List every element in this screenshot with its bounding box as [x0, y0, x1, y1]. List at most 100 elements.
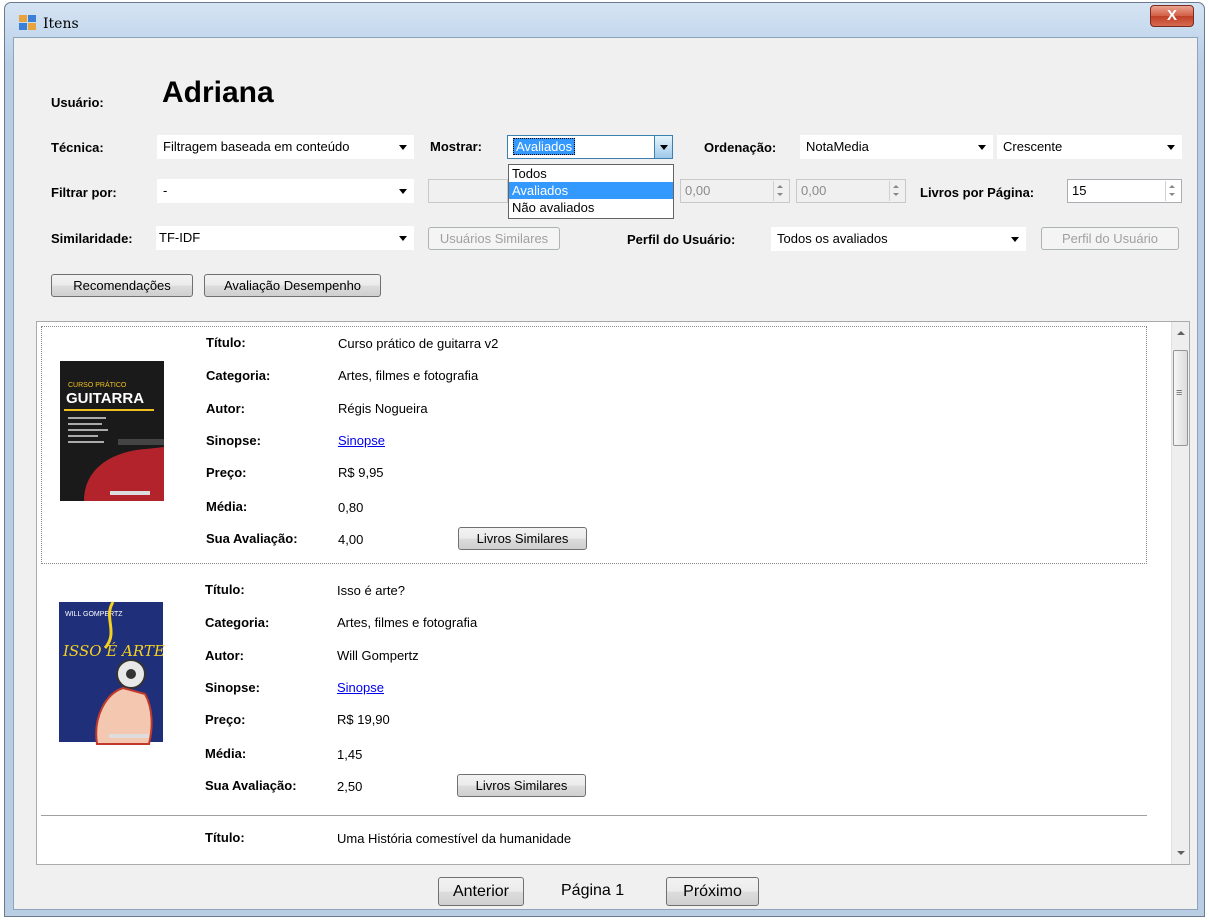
mostrar-dropdown-button[interactable] — [654, 136, 672, 158]
titulo-value: Isso é arte? — [337, 583, 405, 598]
ordenacao-select[interactable]: NotaMedia — [800, 135, 993, 159]
autor-label: Autor: — [206, 401, 245, 416]
book-item: CURSO PRÁTICO GUITARRA Título: Curso prá… — [41, 326, 1147, 564]
similaridade-label: Similaridade: — [51, 231, 133, 246]
range-max-input: 0,00 — [796, 179, 906, 203]
mostrar-label: Mostrar: — [430, 139, 483, 154]
usuarios-similares-button: Usuários Similares — [428, 227, 560, 250]
preco-value: R$ 19,90 — [337, 712, 390, 727]
livros-por-pagina-value: 15 — [1072, 183, 1087, 198]
chevron-down-icon — [1011, 237, 1019, 242]
similaridade-value: TF-IDF — [159, 230, 201, 245]
mostrar-value: Avaliados — [513, 138, 576, 155]
tecnica-select[interactable]: Filtragem baseada em conteúdo — [157, 135, 414, 159]
cover-title: GUITARRA — [66, 390, 144, 407]
chevron-down-icon — [399, 189, 407, 194]
ordem-direcao-select[interactable]: Crescente — [997, 135, 1182, 159]
mostrar-select[interactable]: Avaliados — [507, 135, 673, 159]
svg-text:CURSO PRÁTICO: CURSO PRÁTICO — [68, 380, 127, 389]
svg-text:WILL GOMPERTZ: WILL GOMPERTZ — [65, 611, 123, 618]
close-button[interactable]: X — [1150, 5, 1194, 27]
preco-label: Preço: — [205, 712, 246, 727]
titulo-label: Título: — [205, 830, 245, 845]
range-max-value: 0,00 — [801, 183, 827, 198]
perfil-value: Todos os avaliados — [777, 231, 888, 246]
titulo-value: Curso prático de guitarra v2 — [338, 336, 499, 351]
filtrar-value: - — [163, 183, 168, 198]
livros-similares-button[interactable]: Livros Similares — [458, 527, 587, 550]
proximo-button[interactable]: Próximo — [666, 877, 759, 906]
titulo-value: Uma História comestível da humanidade — [337, 831, 572, 846]
media-value: 0,80 — [338, 500, 364, 515]
books-list-panel[interactable]: CURSO PRÁTICO GUITARRA Título: Curso prá… — [36, 321, 1190, 865]
categoria-label: Categoria: — [205, 615, 270, 630]
scroll-up-icon[interactable] — [1177, 331, 1185, 335]
sinopse-label: Sinopse: — [206, 433, 261, 448]
chevron-down-icon — [399, 236, 407, 241]
dropdown-option-avaliados[interactable]: Avaliados — [509, 182, 673, 199]
sua-avaliacao-label: Sua Avaliação: — [205, 778, 297, 793]
categoria-value: Artes, filmes e fotografia — [338, 368, 479, 383]
items-window: Itens X Usuário: Adriana Técnica: Filtra… — [4, 2, 1205, 917]
ordenacao-label: Ordenação: — [704, 140, 777, 155]
ordem-direcao-value: Crescente — [1003, 139, 1063, 154]
user-label: Usuário: — [51, 95, 104, 110]
filtrar-label: Filtrar por: — [51, 185, 117, 200]
user-name: Adriana — [162, 76, 274, 109]
dropdown-option-todos[interactable]: Todos — [509, 165, 673, 182]
chevron-down-icon — [978, 145, 986, 150]
chevron-down-icon — [1167, 145, 1175, 150]
preco-value: R$ 9,95 — [338, 465, 384, 480]
avaliacao-desempenho-button[interactable]: Avaliação Desempenho — [204, 274, 381, 297]
sua-avaliacao-value: 2,50 — [337, 779, 363, 794]
perfil-label: Perfil do Usuário: — [627, 232, 736, 247]
window-title: Itens — [43, 16, 79, 32]
categoria-value: Artes, filmes e fotografia — [337, 615, 478, 630]
range-min-input: 0,00 — [680, 179, 790, 203]
vertical-scrollbar[interactable] — [1171, 322, 1189, 864]
preco-label: Preço: — [206, 465, 247, 480]
sua-avaliacao-value: 4,00 — [338, 532, 364, 547]
spin-icon — [773, 181, 788, 201]
categoria-label: Categoria: — [206, 368, 271, 383]
scroll-down-icon[interactable] — [1177, 851, 1185, 855]
book-cover-image: WILL GOMPERTZ ISSO É ARTE ? — [53, 598, 179, 746]
autor-label: Autor: — [205, 648, 244, 663]
book-item: WILL GOMPERTZ ISSO É ARTE ? Título: Isso… — [41, 574, 1147, 816]
ordenacao-value: NotaMedia — [806, 139, 869, 154]
client-area: Usuário: Adriana Técnica: Filtragem base… — [13, 37, 1198, 910]
scroll-thumb[interactable] — [1173, 350, 1188, 446]
book-item: Título: Uma História comestível da human… — [41, 822, 1147, 864]
anterior-button[interactable]: Anterior — [438, 877, 524, 906]
recomendacoes-button[interactable]: Recomendações — [51, 274, 193, 297]
tecnica-label: Técnica: — [51, 140, 104, 155]
media-label: Média: — [206, 499, 248, 514]
livros-por-pagina-input[interactable]: 15 — [1067, 179, 1182, 203]
autor-value: Régis Nogueira — [338, 401, 428, 416]
spin-icon — [889, 181, 904, 201]
titulo-label: Título: — [206, 335, 246, 350]
media-label: Média: — [205, 746, 247, 761]
similaridade-select[interactable]: TF-IDF — [156, 226, 414, 250]
filtro-valor-field — [428, 179, 508, 203]
tecnica-value: Filtragem baseada em conteúdo — [163, 139, 350, 154]
autor-value: Will Gompertz — [337, 648, 419, 663]
filtrar-select[interactable]: - — [157, 179, 414, 203]
sinopse-link[interactable]: Sinopse — [337, 680, 384, 695]
chevron-down-icon — [399, 145, 407, 150]
title-bar[interactable]: Itens X — [5, 3, 1204, 37]
sua-avaliacao-label: Sua Avaliação: — [206, 531, 298, 546]
mostrar-dropdown-list: Todos Avaliados Não avaliados — [508, 164, 674, 219]
livros-por-pagina-label: Livros por Página: — [920, 185, 1035, 200]
livros-similares-button[interactable]: Livros Similares — [457, 774, 586, 797]
spin-icon[interactable] — [1165, 181, 1180, 201]
perfil-select[interactable]: Todos os avaliados — [771, 227, 1026, 251]
media-value: 1,45 — [337, 747, 363, 762]
dropdown-option-nao-avaliados[interactable]: Não avaliados — [509, 199, 673, 216]
item-divider — [41, 815, 1147, 816]
sinopse-link[interactable]: Sinopse — [338, 433, 385, 448]
chevron-down-icon — [660, 145, 668, 150]
titulo-label: Título: — [205, 582, 245, 597]
app-icon — [19, 15, 37, 31]
cover-title: ISSO É ARTE ? — [62, 642, 169, 660]
